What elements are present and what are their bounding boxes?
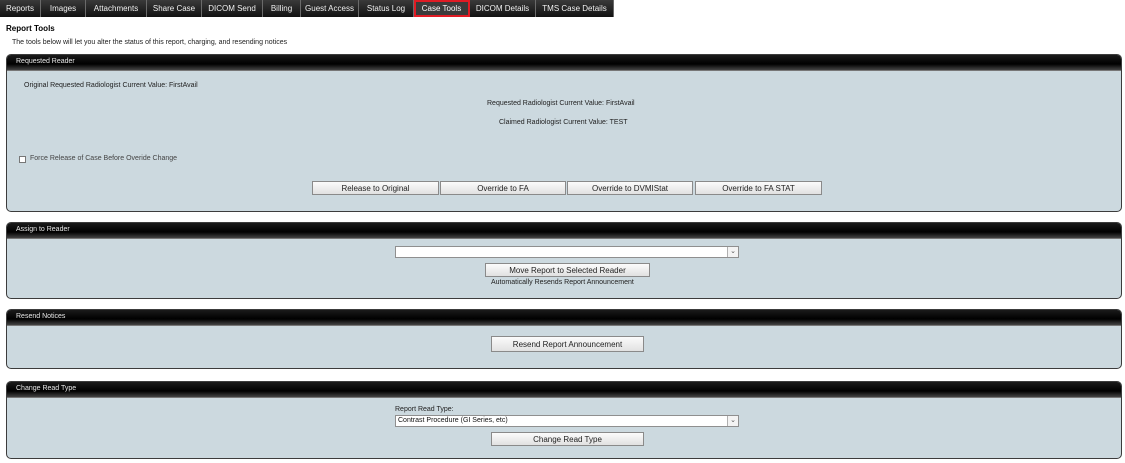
original-requested-radiologist: Original Requested Radiologist Current V… — [24, 82, 198, 89]
tab-status-log[interactable]: Status Log — [359, 0, 414, 17]
tab-attachments[interactable]: Attachments — [86, 0, 147, 17]
force-release-label: Force Release of Case Before Overide Cha… — [30, 155, 178, 162]
chevron-down-icon: ⌄ — [727, 416, 738, 426]
tab-billing[interactable]: Billing — [263, 0, 301, 17]
tab-share-case[interactable]: Share Case — [147, 0, 202, 17]
requested-radiologist: Requested Radiologist Current Value: Fir… — [487, 100, 635, 107]
tab-tms-case-details[interactable]: TMS Case Details — [536, 0, 614, 17]
read-type-select[interactable]: Contrast Procedure (GI Series, etc) ⌄ — [395, 415, 739, 427]
force-release-checkbox[interactable] — [19, 156, 26, 163]
override-to-dvmistat-button[interactable]: Override to DVMIStat — [567, 181, 693, 195]
change-read-type-panel: Change Read Type Report Read Type: Contr… — [6, 381, 1122, 459]
requested-reader-header: Requested Reader — [7, 55, 1121, 71]
reader-select[interactable]: ⌄ — [395, 246, 739, 258]
tab-guest-access[interactable]: Guest Access — [301, 0, 359, 17]
assign-to-reader-header: Assign to Reader — [7, 223, 1121, 239]
tab-reports[interactable]: Reports — [0, 0, 41, 17]
read-type-label: Report Read Type: — [395, 406, 454, 413]
tab-bar: Reports Images Attachments Share Case DICOM … — [0, 0, 614, 17]
resend-notices-header: Resend Notices — [7, 310, 1121, 326]
override-to-fa-button[interactable]: Override to FA — [440, 181, 566, 195]
override-to-fa-stat-button[interactable]: Override to FA STAT — [695, 181, 822, 195]
assign-to-reader-panel: Assign to Reader ⌄ Move Report to Select… — [6, 222, 1122, 299]
claimed-radiologist: Claimed Radiologist Current Value: TEST — [499, 119, 628, 126]
chevron-down-icon: ⌄ — [727, 247, 738, 257]
resend-report-announcement-button[interactable]: Resend Report Announcement — [491, 336, 644, 352]
page-title: Report Tools — [6, 24, 55, 33]
tab-case-tools[interactable]: Case Tools — [414, 0, 470, 17]
tab-dicom-send[interactable]: DICOM Send — [202, 0, 263, 17]
change-read-type-header: Change Read Type — [7, 382, 1121, 398]
page-description: The tools below will let you alter the s… — [12, 39, 288, 46]
tab-dicom-details[interactable]: DICOM Details — [470, 0, 536, 17]
change-read-type-button[interactable]: Change Read Type — [491, 432, 644, 446]
auto-resend-note: Automatically Resends Report Announcemen… — [491, 279, 634, 286]
resend-notices-panel: Resend Notices Resend Report Announcemen… — [6, 309, 1122, 369]
read-type-select-value: Contrast Procedure (GI Series, etc) — [398, 417, 508, 424]
release-to-original-button[interactable]: Release to Original — [312, 181, 439, 195]
requested-reader-panel: Requested Reader Original Requested Radi… — [6, 54, 1122, 212]
tab-images[interactable]: Images — [41, 0, 86, 17]
move-report-button[interactable]: Move Report to Selected Reader — [485, 263, 650, 277]
